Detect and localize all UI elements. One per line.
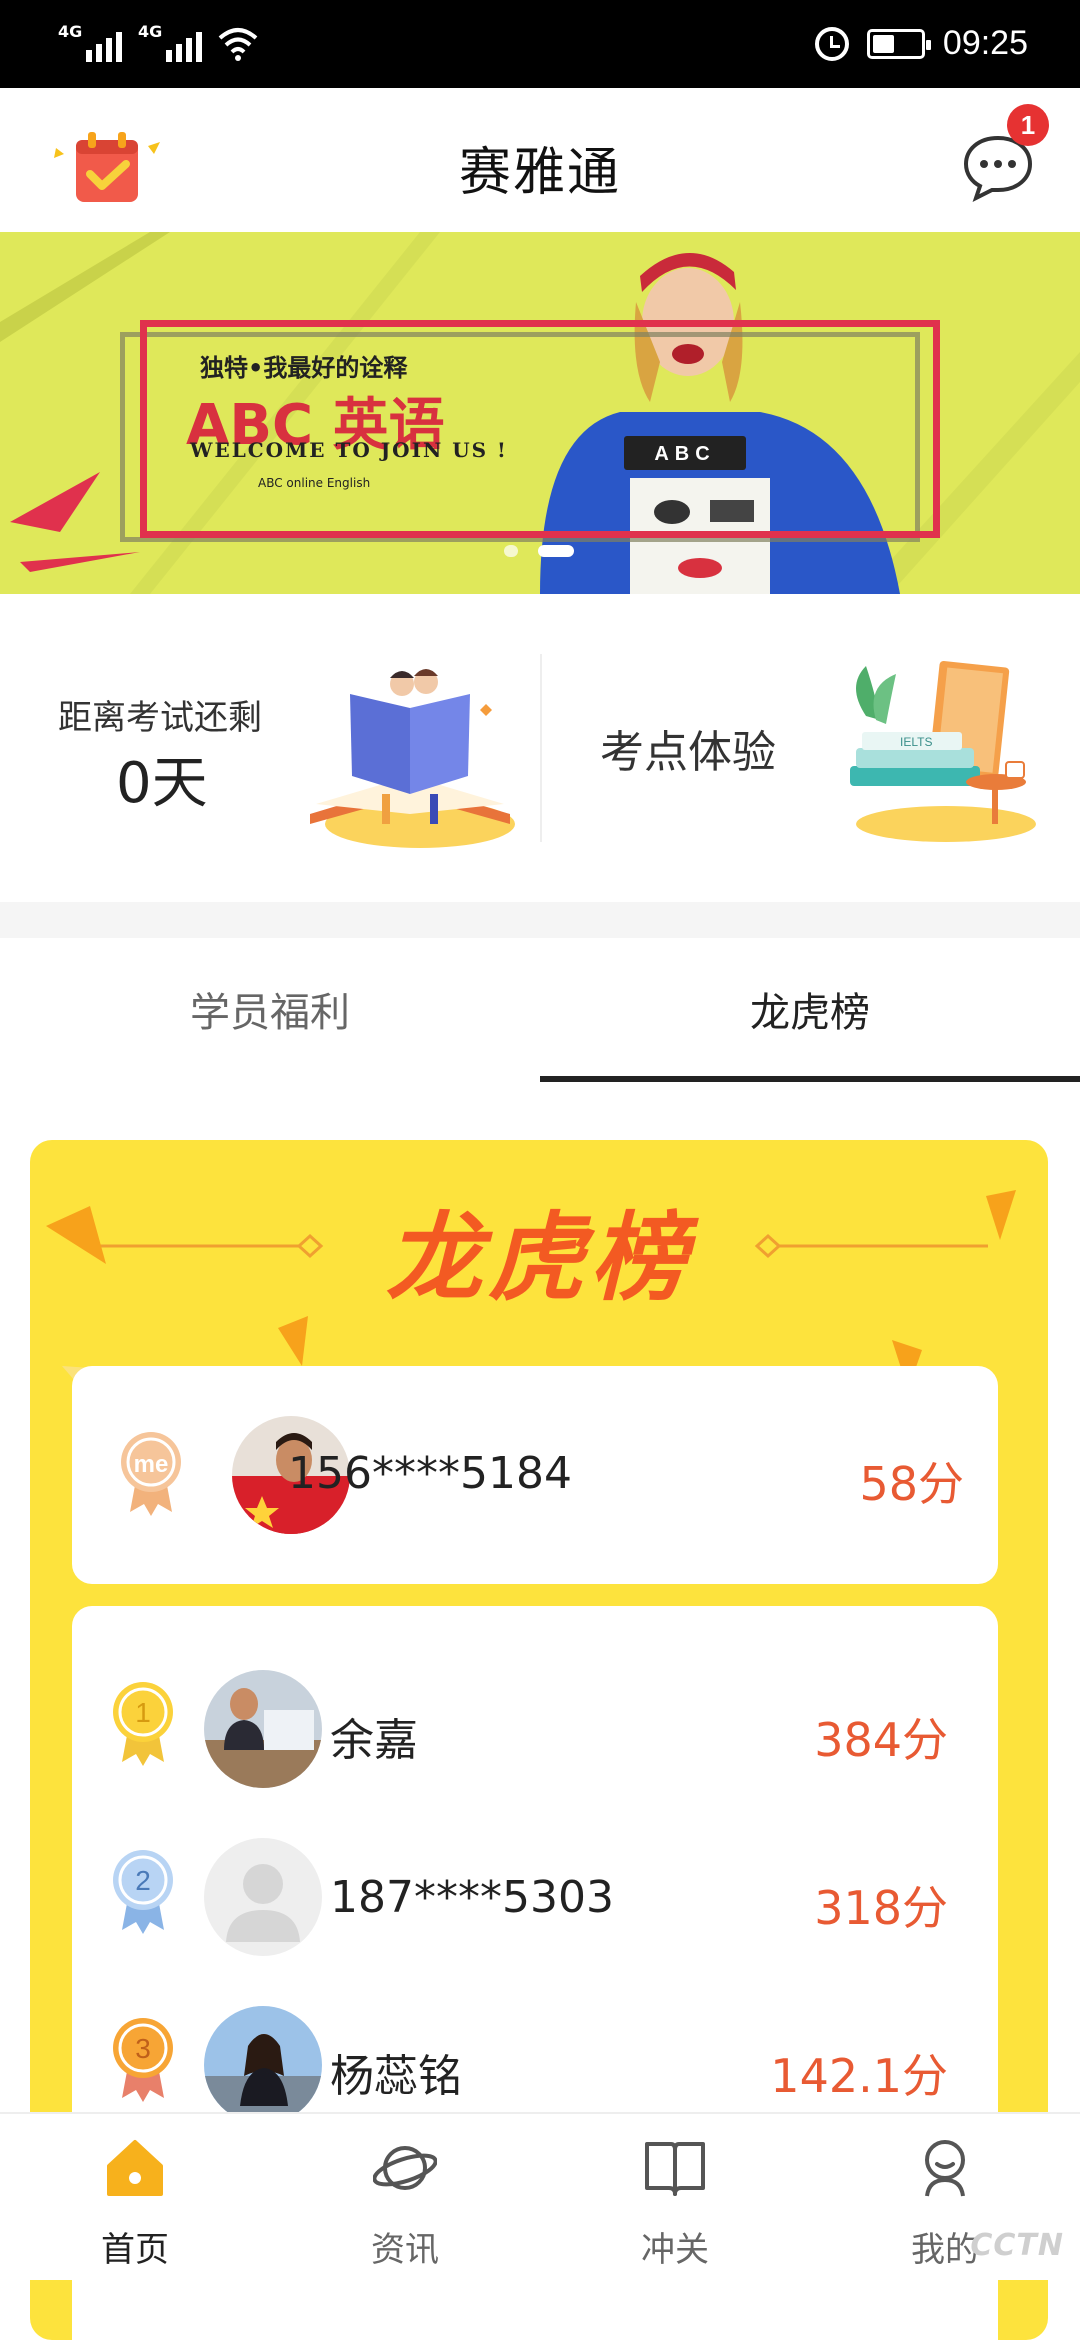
nav-home[interactable]: 首页 <box>0 2114 270 2282</box>
signal-strength-icon-2: 4G <box>138 22 202 62</box>
rank-number: 2 <box>135 1865 151 1896</box>
list-item[interactable]: 1 余嘉 384分 <box>72 1658 998 1808</box>
tab-bar: 学员福利 龙虎榜 <box>0 938 1080 1088</box>
alarm-icon <box>814 26 849 61</box>
rank-name: 杨蕊铭 <box>330 2051 462 2102</box>
tab-leaderboard[interactable]: 龙虎榜 <box>540 938 1080 1088</box>
rank-number: 3 <box>135 2033 151 2064</box>
banner-welcome: WELCOME TO JOIN US ! <box>190 438 508 462</box>
exam-experience-label: 考点体验 <box>600 727 776 778</box>
rank-number: 1 <box>135 1697 151 1728</box>
list-item[interactable]: 2 187****5303 318分 <box>72 1826 998 1976</box>
rank-name: 187****5303 <box>330 1872 614 1923</box>
carousel-dot-2[interactable] <box>538 545 574 557</box>
signal-group: 4G 4G <box>58 22 258 62</box>
leaderboard-title: 龙虎榜 <box>386 1202 692 1314</box>
promo-banner[interactable]: ABC 独特•我最好的诠释 ABC 英语 WELCOME TO JOIN US … <box>0 232 1080 594</box>
page-title: 赛雅通 <box>458 143 621 203</box>
countdown-label: 距离考试还剩 <box>58 698 262 738</box>
status-bar: 4G 4G 09:25 <box>0 0 1080 88</box>
rank-score: 318分 <box>814 1881 948 1935</box>
bronze-medal-icon: 3 <box>113 2018 173 2102</box>
network-type-label: 4G <box>58 22 83 41</box>
active-tab-indicator <box>540 1076 1080 1082</box>
wifi-icon <box>218 28 258 61</box>
banner-subtitle: 独特•我最好的诠释 <box>200 354 408 382</box>
nav-challenge-label: 冲关 <box>641 2230 709 2270</box>
my-rank-name: 156****5184 <box>288 1448 572 1499</box>
quick-cards: 距离考试还剩 0天 考点体验 IELTS <box>0 594 1080 902</box>
section-divider <box>0 902 1080 938</box>
rank-name: 余嘉 <box>330 1715 418 1766</box>
countdown-card[interactable]: 距离考试还剩 0天 <box>0 594 540 902</box>
rank-score: 384分 <box>814 1713 948 1767</box>
planet-icon <box>373 2146 437 2190</box>
avatar <box>204 1670 322 1788</box>
my-rank-card[interactable]: me 156****5184 58分 <box>72 1366 998 1584</box>
my-rank-score: 58分 <box>859 1457 964 1511</box>
nav-challenge[interactable]: 冲关 <box>540 2114 810 2282</box>
bottom-nav: 首页 资讯 冲关 我的 <box>0 2112 1080 2280</box>
profile-icon <box>925 2140 965 2197</box>
gold-medal-icon: 1 <box>113 1682 173 1766</box>
clock: 09:25 <box>942 24 1028 62</box>
carousel-dot-1[interactable] <box>504 545 518 557</box>
battery-icon <box>866 28 931 59</box>
nav-home-label: 首页 <box>101 2230 169 2270</box>
message-count-badge: 1 <box>1007 104 1049 146</box>
countdown-value: 0天 <box>116 751 208 816</box>
watermark: CCTN <box>970 2228 1064 2263</box>
silver-medal-icon: 2 <box>113 1850 173 1934</box>
me-medal-icon: me <box>121 1432 181 1516</box>
nav-news[interactable]: 资讯 <box>270 2114 540 2282</box>
svg-text:IELTS: IELTS <box>900 735 932 749</box>
exam-experience-card[interactable]: 考点体验 IELTS <box>540 594 1080 902</box>
home-icon <box>107 2140 163 2196</box>
tab-student-benefits[interactable]: 学员福利 <box>0 938 540 1088</box>
default-avatar-icon <box>204 1838 322 1956</box>
avatar <box>204 2006 322 2124</box>
app-header: 赛雅通 1 <box>0 88 1080 232</box>
books-illustration: IELTS <box>850 661 1036 842</box>
reading-illustration <box>310 669 515 848</box>
nav-news-label: 资讯 <box>371 2230 439 2270</box>
banner-small-text: ABC online English <box>258 476 371 490</box>
network-type-label-2: 4G <box>138 22 163 41</box>
me-medal-text: me <box>134 1451 169 1478</box>
signal-strength-icon: 4G <box>58 22 122 62</box>
book-icon <box>645 2142 705 2196</box>
rank-score: 142.1分 <box>770 2049 948 2103</box>
